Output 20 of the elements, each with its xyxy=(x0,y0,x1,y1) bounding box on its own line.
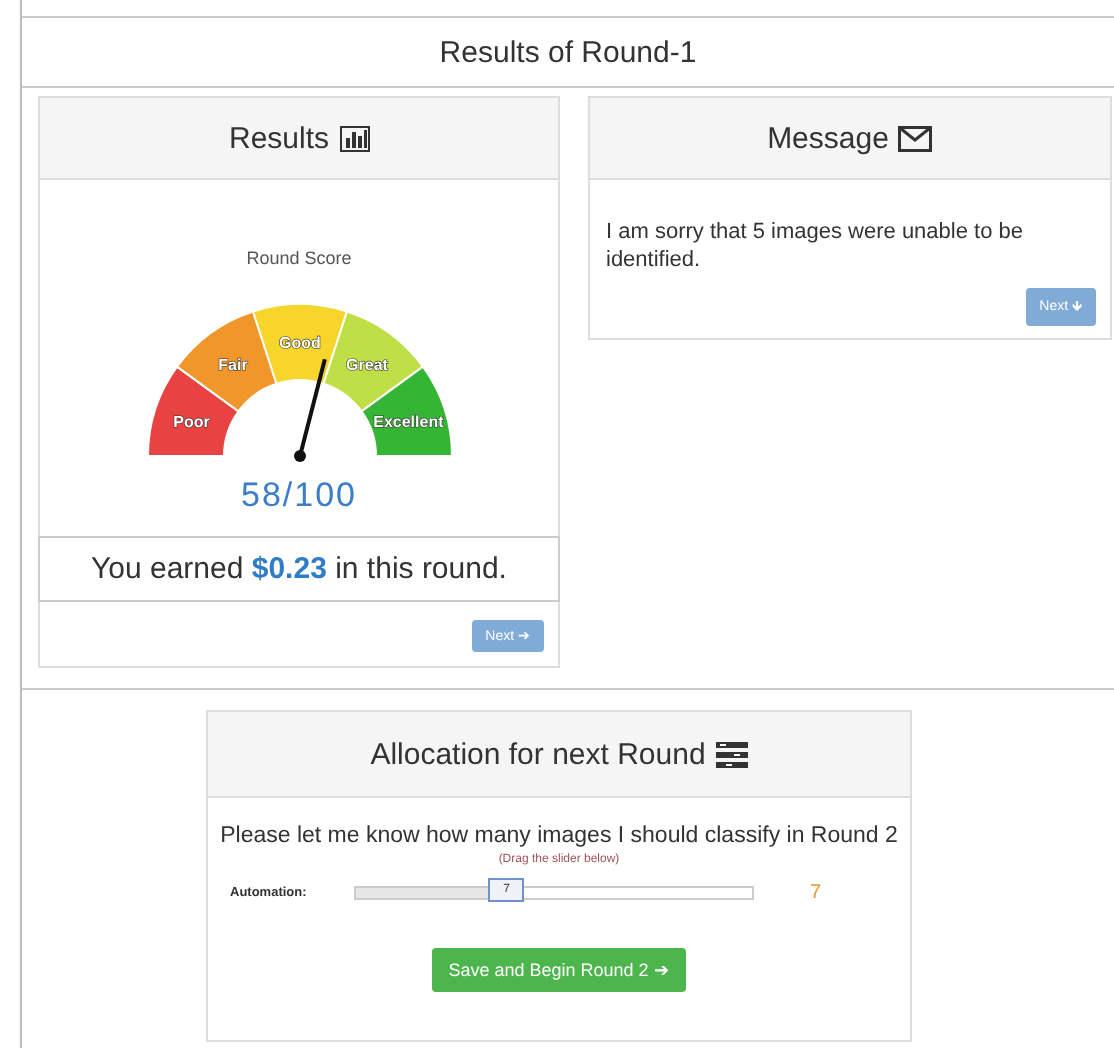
gauge-title: Round Score xyxy=(244,248,354,268)
card-title: Results xyxy=(228,121,330,155)
page-title: Results of Round-1 xyxy=(22,16,1114,88)
list-icon xyxy=(715,741,748,767)
gauge-label: Good xyxy=(278,334,320,352)
gauge-label: Fair xyxy=(217,355,247,374)
gauge-label: Excellent xyxy=(372,412,443,431)
score-value: 58/100 xyxy=(239,476,359,516)
card-title: Message xyxy=(767,121,889,155)
message-text: I am sorry that 5 images were unable to be identified. xyxy=(604,218,1025,276)
gauge-label: Great xyxy=(345,355,387,374)
save-button[interactable]: Save and Begin Round 2 ➔ xyxy=(432,948,686,992)
earned-text: You earned $0.23 in this round. xyxy=(38,536,560,602)
envelope-icon xyxy=(898,125,933,151)
gauge-needle xyxy=(293,358,326,462)
prompt-text: Please let me know how many images I should classify in Round 2 xyxy=(218,824,900,848)
slider-reading: 7 xyxy=(810,882,822,904)
gauge-label: Poor xyxy=(172,412,209,431)
card-title: Allocation for next Round xyxy=(370,737,706,771)
bar-chart-icon xyxy=(339,125,370,151)
